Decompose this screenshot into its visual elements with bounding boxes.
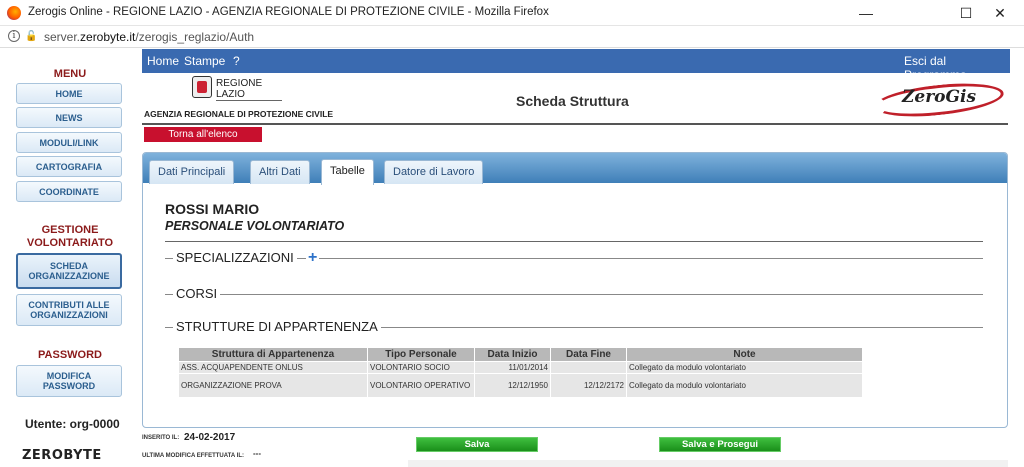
sidebar: MENU HOME NEWS MODULI/LINK CARTOGRAFIA C…: [0, 48, 140, 467]
table-cell: 12/12/2172: [550, 373, 627, 398]
person-name: ROSSI MARIO: [165, 201, 260, 217]
specializzazioni-legend: SPECIALIZZAZIONI: [173, 250, 297, 266]
regione-logo-line2: LAZIO: [216, 89, 245, 100]
person-type: PERSONALE VOLONTARIATO: [165, 219, 345, 233]
sidebar-item-modifica-password[interactable]: MODIFICA PASSWORD: [16, 365, 122, 397]
regione-logo-line1: REGIONE: [216, 78, 263, 89]
sidebar-item-moduli-link[interactable]: MODULI/LINK: [16, 132, 122, 153]
tab-altri-dati[interactable]: Altri Dati: [250, 160, 310, 184]
section-line: [165, 294, 983, 295]
modifica-label: ULTIMA MODIFICA EFFETTUATA IL:: [142, 453, 244, 459]
sidebar-item-cartografia[interactable]: CARTOGRAFIA: [16, 156, 122, 177]
zerobyte-logo: ZEROBYTE: [22, 448, 102, 463]
firefox-icon: [7, 6, 21, 20]
sidebar-item-home[interactable]: HOME: [16, 83, 122, 104]
table-cell: 12/12/1950: [474, 373, 551, 398]
specializzazioni-section: SPECIALIZZAZIONI +: [165, 250, 983, 266]
menu-heading: MENU: [53, 68, 87, 80]
back-to-list-button[interactable]: Torna all'elenco: [144, 127, 262, 142]
save-and-continue-button[interactable]: Salva e Prosegui: [659, 437, 781, 452]
sidebar-item-label: PASSWORD: [42, 381, 96, 391]
table-cell: Collegato da modulo volontariato: [626, 373, 863, 398]
detail-panel: Dati Principali Altri Dati Tabelle Dator…: [142, 152, 1008, 428]
nav-help[interactable]: ?: [233, 54, 240, 68]
table-cell: VOLONTARIO SOCIO: [367, 361, 475, 374]
column-header: Data Fine: [550, 347, 627, 362]
inserito-label: INSERITO IL:: [142, 435, 180, 441]
sidebar-item-label: CONTRIBUTI ALLE: [28, 300, 110, 310]
header-divider: [142, 123, 1008, 125]
volontariato-heading: VOLONTARIATO: [26, 237, 114, 249]
tab-dati-principali[interactable]: Dati Principali: [149, 160, 235, 184]
sidebar-item-news[interactable]: NEWS: [16, 107, 122, 128]
corsi-legend: CORSI: [173, 286, 221, 302]
gestione-heading: GESTIONE: [41, 224, 99, 236]
zerogis-logo: ZeroGis: [872, 78, 1008, 122]
sidebar-item-coordinate[interactable]: COORDINATE: [16, 181, 122, 202]
table-cell: 11/01/2014: [474, 361, 551, 374]
sidebar-item-label: ORGANIZZAZIONE: [28, 271, 110, 281]
table-header-row: Struttura di Appartenenza Tipo Personale…: [178, 347, 863, 362]
column-header: Data Inizio: [474, 347, 551, 362]
table-cell: Collegato da modulo volontariato: [626, 361, 863, 374]
user-label: Utente: org-0000: [25, 417, 120, 431]
zerogis-logo-text: ZeroGis: [902, 87, 977, 107]
corsi-section: CORSI: [165, 286, 983, 302]
tab-bar: Dati Principali Altri Dati Tabelle Dator…: [143, 153, 1007, 185]
window-titlebar: Zerogis Online - REGIONE LAZIO - AGENZIA…: [0, 0, 1024, 26]
page: MENU HOME NEWS MODULI/LINK CARTOGRAFIA C…: [0, 48, 1024, 467]
table-row[interactable]: ASS. ACQUAPENDENTE ONLUS VOLONTARIO SOCI…: [178, 361, 863, 374]
main-content: Home Stampe ? Esci dal Programma REGIONE…: [140, 48, 1024, 467]
add-plus-icon[interactable]: +: [306, 250, 320, 266]
strutture-legend: STRUTTURE DI APPARTENENZA: [173, 319, 381, 335]
regione-emblem-icon: [192, 76, 212, 98]
bottom-strip: [408, 460, 1008, 467]
nav-home[interactable]: Home: [147, 54, 179, 68]
sidebar-item-scheda-organizzazione[interactable]: SCHEDA ORGANIZZAZIONE: [16, 253, 122, 289]
sidebar-item-label: MODIFICA: [46, 371, 92, 381]
password-heading: PASSWORD: [38, 349, 102, 361]
window-title: Zerogis Online - REGIONE LAZIO - AGENZIA…: [28, 6, 549, 18]
insecure-lock-icon[interactable]: 🔓: [25, 31, 37, 42]
table-cell: ASS. ACQUAPENDENTE ONLUS: [178, 361, 368, 374]
column-header: Struttura di Appartenenza: [178, 347, 368, 362]
table-cell: VOLONTARIO OPERATIVO: [367, 373, 475, 398]
minimize-button[interactable]: —: [844, 0, 888, 26]
table-row[interactable]: ORGANIZZAZIONE PROVA VOLONTARIO OPERATIV…: [178, 373, 863, 398]
table-cell: ORGANIZZAZIONE PROVA: [178, 373, 368, 398]
column-header: Note: [626, 347, 863, 362]
tab-datore-di-lavoro[interactable]: Datore di Lavoro: [384, 160, 484, 184]
sidebar-item-label: ORGANIZZAZIONI: [30, 310, 108, 320]
inserito-value: 24-02-2017: [184, 432, 236, 443]
page-header: REGIONE LAZIO AGENZIA REGIONALE DI PROTE…: [142, 73, 1010, 123]
page-title: Scheda Struttura: [516, 93, 629, 109]
modifica-value: ---: [253, 449, 261, 458]
strutture-section: STRUTTURE DI APPARTENENZA: [165, 319, 983, 335]
regione-logo-text: REGIONE LAZIO: [216, 78, 262, 100]
section-divider: [165, 241, 983, 242]
sidebar-item-label: SCHEDA: [49, 261, 88, 271]
regione-logo-underline: [216, 100, 282, 101]
address-bar[interactable]: i 🔓 server.zerobyte.it/zerogis_reglazio/…: [0, 26, 1024, 48]
strutture-table: Struttura di Appartenenza Tipo Personale…: [178, 347, 863, 398]
url-text[interactable]: server.zerobyte.it/zerogis_reglazio/Auth: [44, 30, 254, 44]
sidebar-item-contributi[interactable]: CONTRIBUTI ALLE ORGANIZZAZIONI: [16, 294, 122, 326]
nav-stampe[interactable]: Stampe: [184, 54, 225, 68]
close-button[interactable]: ✕: [978, 0, 1022, 26]
column-header: Tipo Personale: [367, 347, 475, 362]
save-button[interactable]: Salva: [416, 437, 538, 452]
info-icon[interactable]: i: [8, 30, 20, 42]
regione-lazio-logo: REGIONE LAZIO: [192, 76, 282, 102]
agency-name: AGENZIA REGIONALE DI PROTEZIONE CIVILE: [144, 109, 334, 119]
tab-tabelle[interactable]: Tabelle: [321, 159, 374, 185]
top-nav: Home Stampe ? Esci dal Programma: [142, 49, 1010, 82]
table-cell: [550, 361, 627, 374]
